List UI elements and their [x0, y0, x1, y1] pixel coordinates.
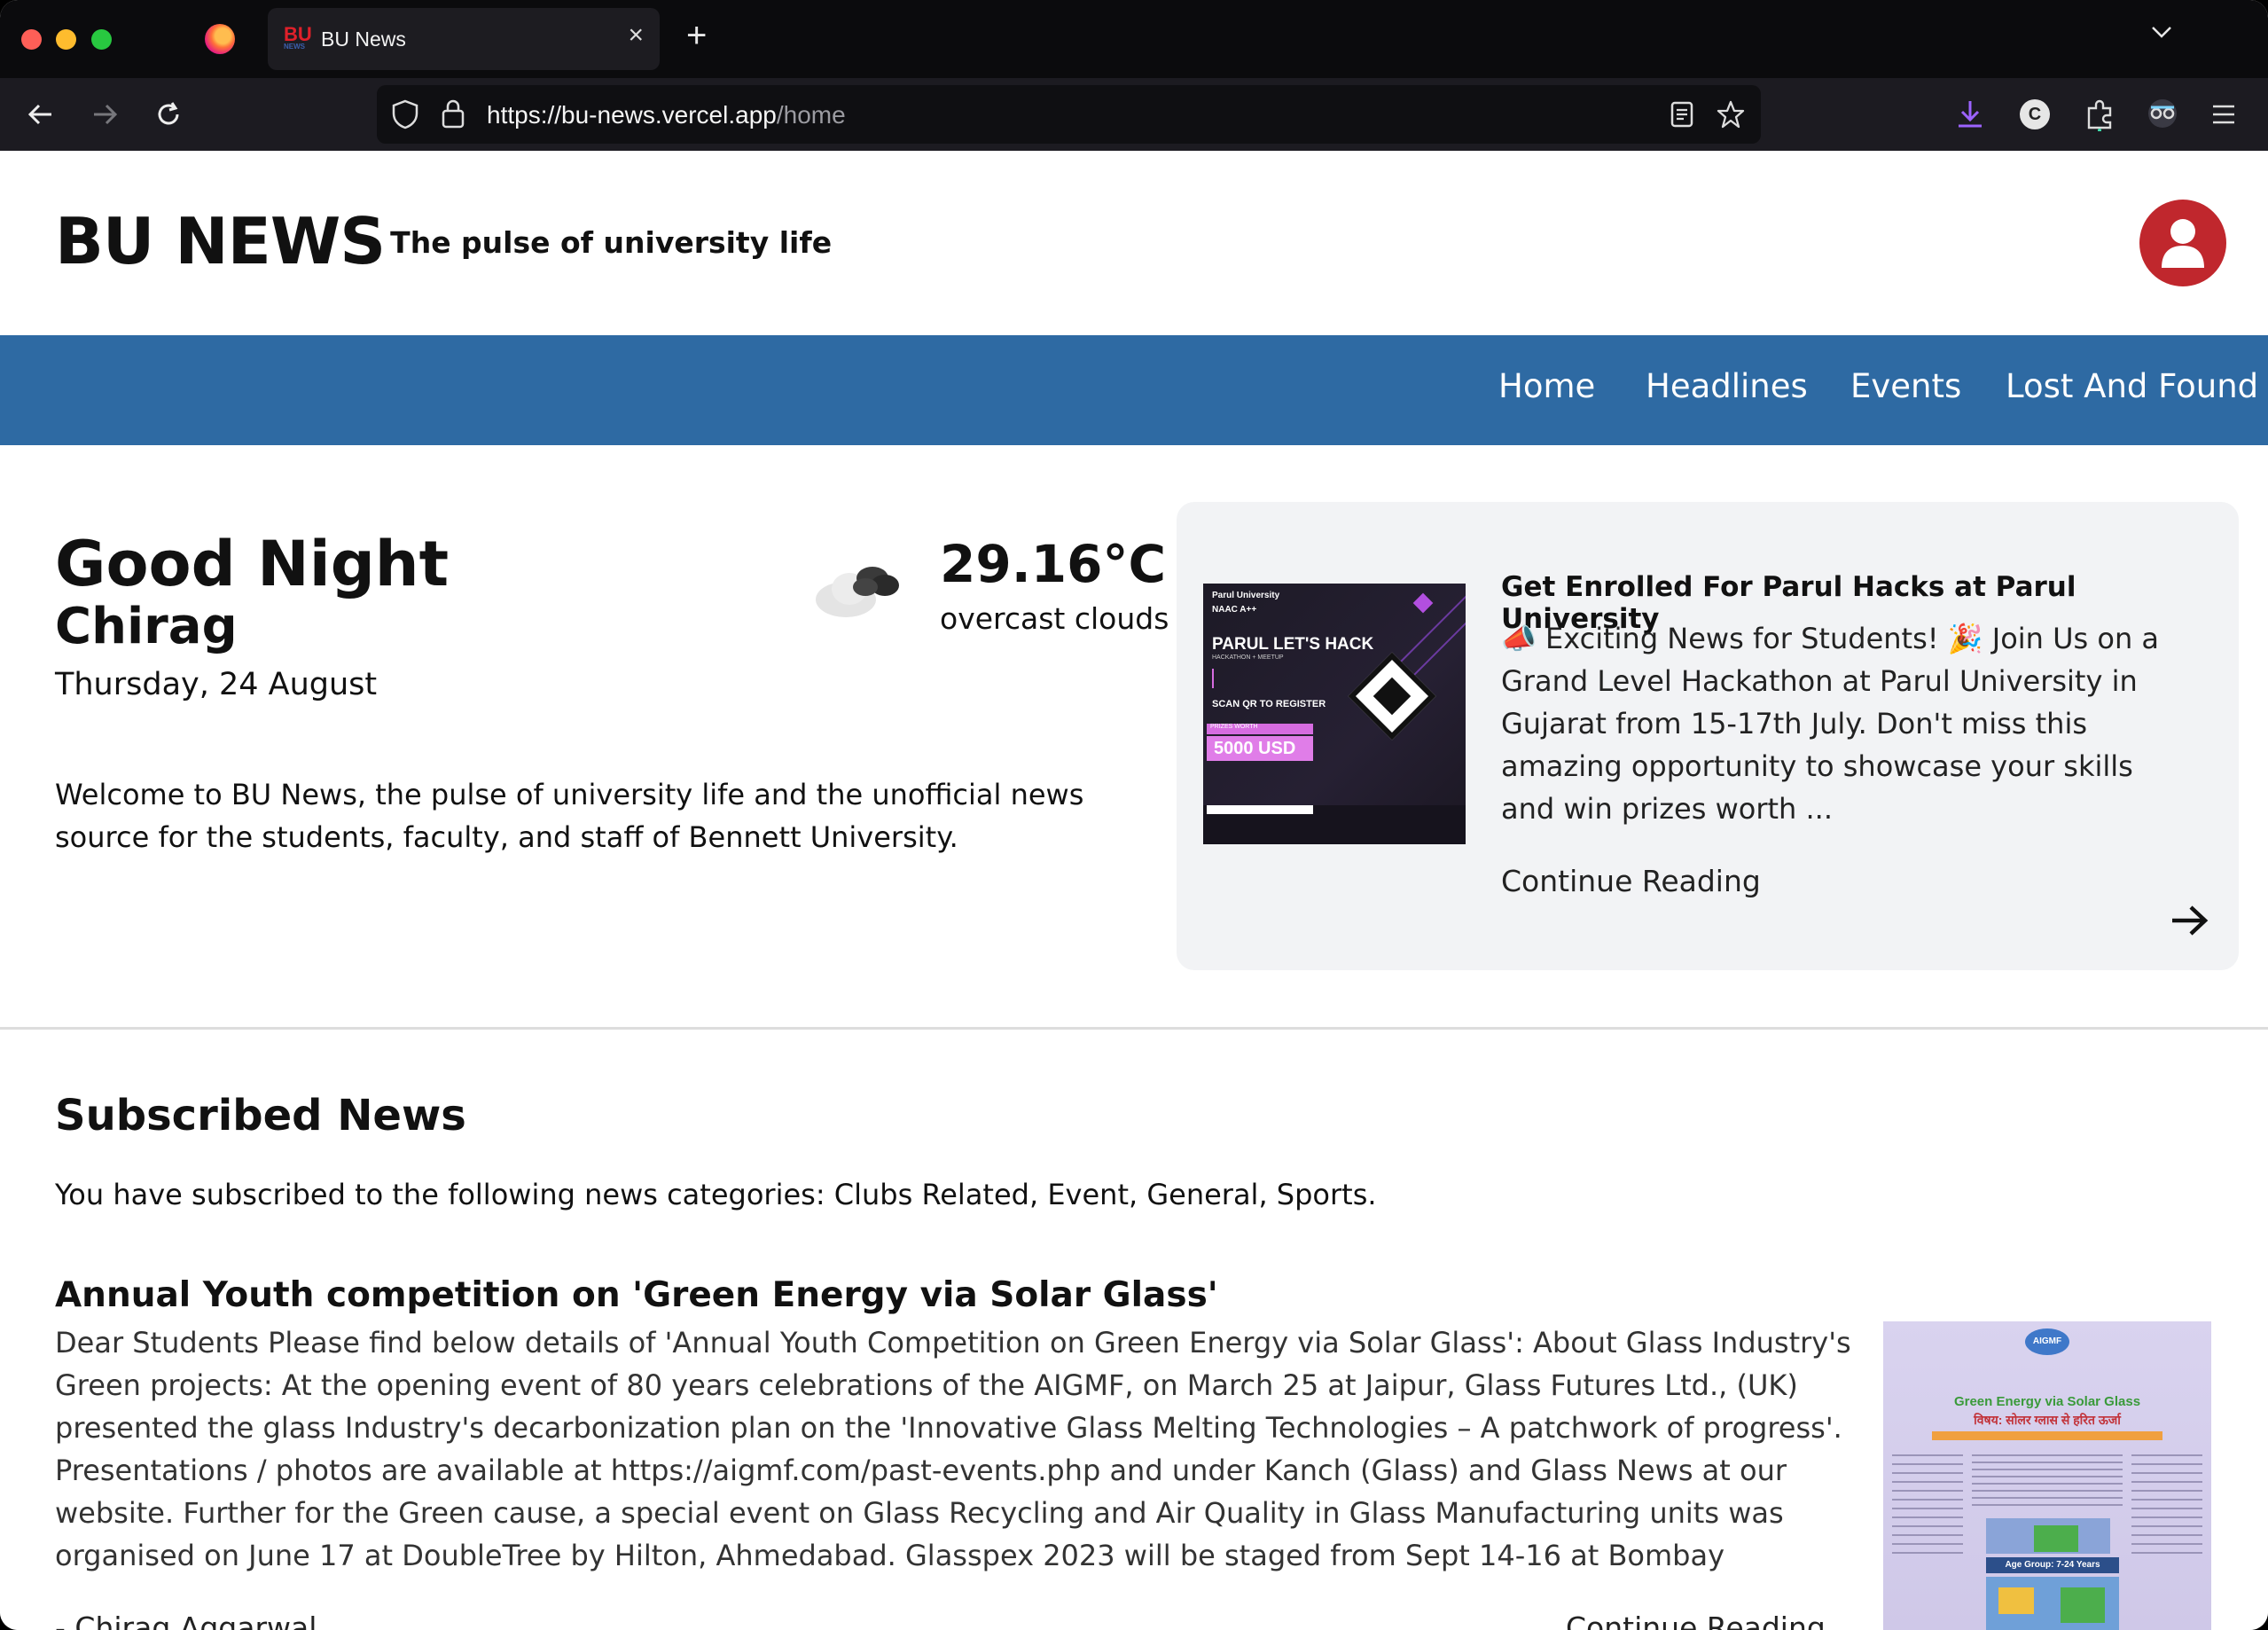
subscribed-news-heading: Subscribed News — [55, 1091, 466, 1140]
reload-icon — [158, 102, 179, 125]
main-navigation: Home Headlines Events Lost And Found — [0, 335, 2268, 445]
greeting-salutation: Good Night — [55, 528, 450, 600]
greeting-name: Chirag — [55, 598, 238, 655]
reader-view-icon[interactable] — [1670, 101, 1694, 128]
downloads-icon[interactable] — [1954, 98, 1986, 131]
arrow-right-icon — [94, 104, 118, 125]
nav-events[interactable]: Events — [1850, 367, 1961, 405]
featured-continue-reading-link[interactable]: Continue Reading — [1501, 864, 1761, 898]
tab-title: BU News — [321, 27, 406, 51]
site-tagline: - The pulse of university life — [368, 225, 833, 260]
firefox-icon[interactable] — [205, 24, 235, 54]
lock-icon[interactable] — [441, 98, 465, 129]
new-tab-button[interactable]: + — [686, 18, 707, 53]
temperature: 29.16°C — [940, 534, 1167, 594]
arrow-left-icon — [27, 104, 51, 125]
menu-hamburger-icon[interactable] — [2209, 101, 2238, 128]
current-date: Thursday, 24 August — [55, 667, 378, 702]
site-logo[interactable]: BU NEWS — [55, 204, 386, 278]
address-bar[interactable]: https://bu-news.vercel.app/home — [377, 85, 1761, 144]
extension-c-icon[interactable]: C — [2020, 99, 2050, 129]
close-tab-icon[interactable]: × — [628, 22, 644, 49]
browser-window: BU NEWS BU News × + https://bu-news.verce… — [0, 0, 2268, 1630]
reload-button[interactable] — [151, 97, 186, 132]
tab-bar: BU NEWS BU News × + — [0, 0, 2268, 78]
page-content: BU NEWS - The pulse of university life H… — [0, 151, 2268, 1630]
tab-bu-news[interactable]: BU NEWS BU News × — [268, 8, 660, 70]
article-title[interactable]: Annual Youth competition on 'Green Energ… — [55, 1275, 1218, 1315]
featured-news-card[interactable]: Parul University NAAC A++ PARUL LET'S HA… — [1177, 502, 2239, 970]
maximize-window-button[interactable] — [91, 29, 112, 50]
chevron-down-icon[interactable] — [2149, 20, 2174, 44]
site-header: BU NEWS - The pulse of university life — [0, 151, 2268, 335]
article-image[interactable]: AIGMF Green Energy via Solar Glass विषय:… — [1883, 1321, 2211, 1630]
article-author: - Chirag Aggarwal — [55, 1610, 317, 1630]
weather-condition: overcast clouds — [940, 601, 1169, 636]
article-excerpt: Dear Students Please find below details … — [55, 1326, 1851, 1572]
extensions-puzzle-icon[interactable] — [2084, 98, 2115, 131]
nav-headlines[interactable]: Headlines — [1646, 367, 1808, 405]
shield-icon[interactable] — [391, 99, 419, 129]
back-button[interactable] — [23, 97, 59, 132]
article-continue-reading-link[interactable]: Continue Reading — [1566, 1610, 1826, 1630]
nav-home[interactable]: Home — [1498, 367, 1595, 405]
bookmark-star-icon[interactable] — [1716, 99, 1746, 129]
arrow-right-icon[interactable] — [2170, 903, 2210, 938]
close-window-button[interactable] — [21, 29, 42, 50]
subscribed-categories-text: You have subscribed to the following new… — [55, 1178, 1377, 1211]
user-icon — [2162, 219, 2204, 268]
cloud-icon — [816, 567, 899, 617]
section-divider — [0, 1027, 2268, 1030]
forward-button[interactable] — [87, 97, 122, 132]
featured-excerpt: 📣 Exciting News for Students! 🎉 Join Us … — [1501, 622, 2160, 826]
account-mask-icon[interactable] — [2146, 98, 2179, 129]
featured-poster-image[interactable]: Parul University NAAC A++ PARUL LET'S HA… — [1203, 584, 1466, 844]
nav-lost-and-found[interactable]: Lost And Found — [2006, 367, 2258, 405]
browser-toolbar: https://bu-news.vercel.app/home C — [0, 78, 2268, 151]
minimize-window-button[interactable] — [56, 29, 76, 50]
user-avatar-button[interactable] — [2139, 200, 2226, 286]
url-text[interactable]: https://bu-news.vercel.app/home — [487, 101, 846, 129]
welcome-text: Welcome to BU News, the pulse of univers… — [55, 778, 1084, 854]
favicon-icon: BU NEWS — [284, 23, 312, 51]
